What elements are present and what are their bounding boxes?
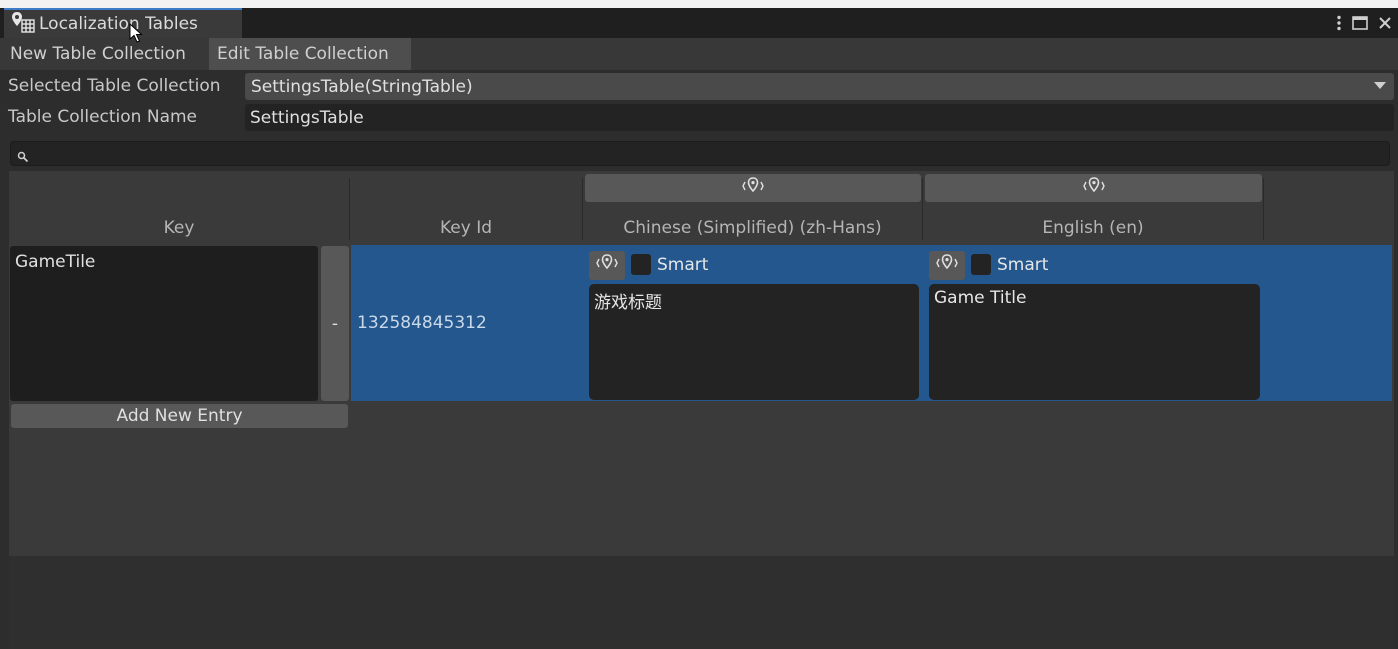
english-smart-checkbox[interactable] [971,254,991,275]
selected-collection-value: SettingsTable(StringTable) [251,76,473,97]
column-separator [1263,178,1264,240]
search-input[interactable] [10,141,1390,166]
kebab-menu-icon[interactable] [1336,15,1342,31]
chinese-smart-checkbox[interactable] [631,254,651,275]
key-field[interactable]: GameTile [10,246,318,401]
chinese-smart-label: Smart [657,255,709,275]
close-icon[interactable] [1378,16,1392,30]
column-header-key[interactable]: Key [10,218,348,238]
english-value-field[interactable]: Game Title [929,284,1260,400]
chinese-locale-button[interactable] [585,174,921,202]
column-header-key-id[interactable]: Key Id [350,218,582,238]
chinese-entry-metadata-button[interactable] [589,251,625,280]
english-entry-metadata-button[interactable] [929,251,965,280]
key-id-value: 132584845312 [357,313,487,333]
locale-pin-icon [741,175,765,202]
chinese-value-field[interactable]: 游戏标题 [589,284,919,400]
selected-collection-label: Selected Table Collection [8,76,221,96]
maximize-icon[interactable] [1352,16,1368,30]
collection-name-label: Table Collection Name [8,107,198,127]
add-new-entry-button[interactable]: Add New Entry [11,404,348,428]
mouse-cursor-icon [129,22,143,48]
window-tab-localization-tables[interactable]: Localization Tables [4,8,242,38]
column-header-english[interactable]: English (en) [923,218,1263,238]
column-header-chinese[interactable]: Chinese (Simplified) (zh-Hans) [583,218,922,238]
selected-collection-dropdown[interactable]: SettingsTable(StringTable) [245,73,1394,100]
locale-pin-icon [935,252,959,279]
locale-pin-icon [595,252,619,279]
locale-pin-icon [1082,175,1106,202]
window-title: Localization Tables [39,14,198,34]
localization-tables-icon [10,11,36,38]
search-icon [17,148,29,168]
tab-edit-table-collection[interactable]: Edit Table Collection [209,38,411,70]
collection-name-field[interactable]: SettingsTable [245,104,1394,131]
top-strip [0,0,1398,8]
tab-new-table-collection[interactable]: New Table Collection [2,38,206,70]
english-smart-label: Smart [997,255,1049,275]
empty-panel-area [9,556,1394,649]
dropdown-caret-icon [1374,82,1386,89]
english-locale-button[interactable] [925,174,1262,202]
window-controls [1336,8,1392,38]
remove-entry-button[interactable]: - [321,246,349,401]
